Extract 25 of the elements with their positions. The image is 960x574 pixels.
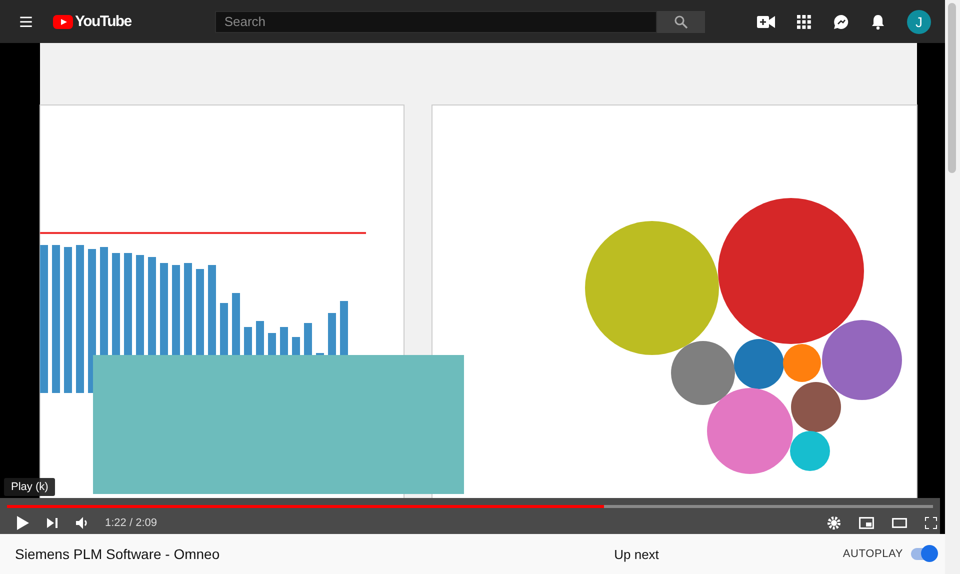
search-icon <box>674 14 688 28</box>
autoplay-toggle[interactable] <box>911 548 935 560</box>
chat-bubble-icon[interactable] <box>833 14 849 30</box>
fullscreen-icon[interactable] <box>925 517 937 529</box>
menu-icon[interactable] <box>17 14 35 28</box>
up-next-heading: Up next <box>614 546 659 562</box>
bell-icon[interactable] <box>871 14 885 30</box>
play-icon[interactable] <box>17 516 29 530</box>
video-title: Siemens PLM Software - Omneo <box>15 546 220 562</box>
volume-icon[interactable] <box>76 517 89 529</box>
settings-icon[interactable] <box>827 516 841 530</box>
avatar[interactable]: J <box>907 10 931 34</box>
theater-icon[interactable] <box>892 518 907 528</box>
tooltip: Play (k) <box>4 478 56 496</box>
next-icon[interactable] <box>47 518 58 528</box>
play-logo-icon <box>53 14 73 28</box>
apps-grid-icon[interactable] <box>797 14 811 28</box>
video-camera-icon[interactable] <box>757 16 775 28</box>
time-display: 1:22 / 2:09 <box>105 517 157 529</box>
autoplay-label: AUTOPLAY <box>842 548 903 560</box>
search-field[interactable]: Search <box>215 10 658 32</box>
scrollbar[interactable] <box>945 0 960 574</box>
search-button[interactable] <box>657 10 706 32</box>
logo-text[interactable]: YouTube <box>75 13 132 30</box>
miniplayer-icon[interactable] <box>859 517 874 529</box>
